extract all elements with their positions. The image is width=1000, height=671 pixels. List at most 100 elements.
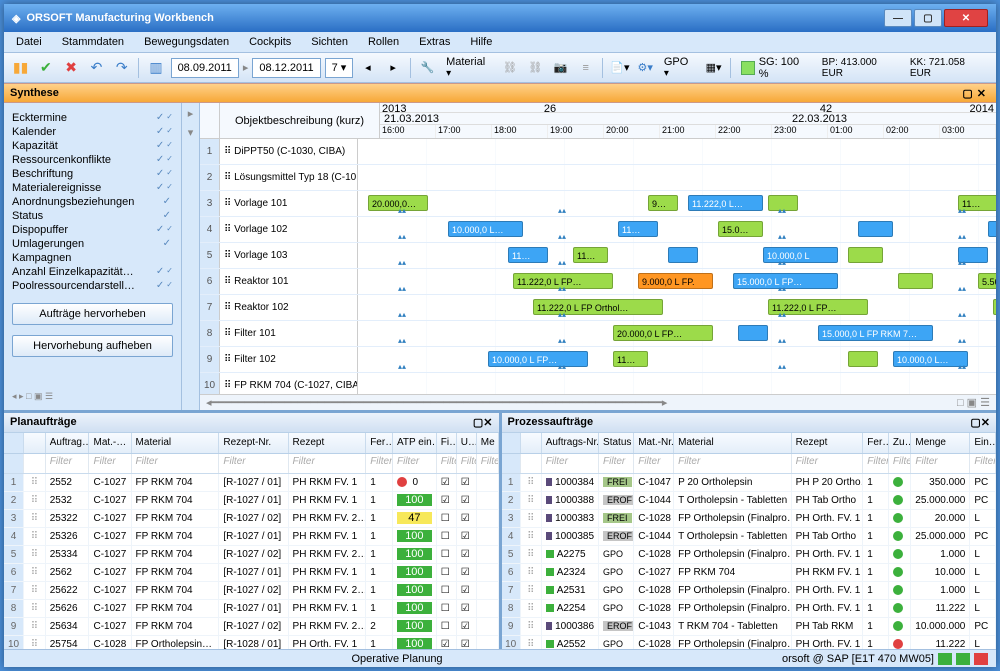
gantt-row[interactable]: 6⠿ Reaktor 10111.222,0 L FP…9.000,0 L FP…	[200, 269, 996, 295]
menu-cockpits[interactable]: Cockpits	[245, 34, 295, 50]
maximize-button[interactable]: ▢	[914, 9, 942, 27]
toolbar: ▮▮ ✔ ✖ ↶ ↷ ▥ 08.09.2011 ▸ 08.12.2011 7 ▾…	[4, 53, 996, 83]
sidebar-item-ressourcenkonflikte[interactable]: Ressourcenkonflikte✓✓	[12, 153, 173, 167]
gantt-row[interactable]: 1⠿ DiPPT50 (C-1030, CIBA)	[200, 139, 996, 165]
layers-icon[interactable]: ▦▾	[703, 57, 724, 79]
sidebar-item-anzahl-einzelkapazit-t-[interactable]: Anzahl Einzelkapazität…✓✓	[12, 265, 173, 279]
table-row[interactable]: 10⠿25754C-1028FP Ortholepsin…[R-1028 / 0…	[4, 636, 499, 649]
table-row[interactable]: 8⠿25626C-1027FP RKM 704[R-1027 / 01]PH R…	[4, 600, 499, 618]
table-row[interactable]: 3⠿25322C-1027FP RKM 704[R-1027 / 02]PH R…	[4, 510, 499, 528]
gantt-header-label: Objektbeschreibung (kurz)	[220, 103, 380, 138]
menu-hilfe[interactable]: Hilfe	[466, 34, 496, 50]
synthese-bar: Synthese ▢ ✕	[4, 83, 996, 103]
prev-icon[interactable]: ◂	[357, 57, 378, 79]
sidebar-item-dispopuffer[interactable]: Dispopuffer✓✓	[12, 223, 173, 237]
folder-icon[interactable]: 📄▾	[609, 57, 630, 79]
gantt-row[interactable]: 5⠿ Vorlage 10311…11…10.000,0 L▴▴▴▴▴▴▴▴	[200, 243, 996, 269]
clear-highlight-button[interactable]: Hervorhebung aufheben	[12, 335, 173, 357]
panel-max-icon[interactable]: ▢	[970, 416, 980, 429]
sidebar-item-status[interactable]: Status✓	[12, 209, 173, 223]
gantt-row[interactable]: 10⠿ FP RKM 704 (C-1027, CIBA)	[200, 373, 996, 394]
table-row[interactable]: 4⠿25326C-1027FP RKM 704[R-1027 / 01]PH R…	[4, 528, 499, 546]
table-row[interactable]: 5⠿A2275GPOC-1028FP Ortholepsin (Finalpro…	[502, 546, 997, 564]
undo-icon[interactable]: ↶	[86, 57, 107, 79]
collapse-icon[interactable]: ▾	[188, 126, 194, 139]
minimize-button[interactable]: —	[884, 9, 912, 27]
date-to[interactable]: 08.12.2011	[252, 58, 320, 78]
gantt-row[interactable]: 9⠿ Filter 10210.000,0 L FP…11…10.000,0 L…	[200, 347, 996, 373]
sidebar-item-materialereignisse[interactable]: Materialereignisse✓✓	[12, 181, 173, 195]
pause-icon[interactable]: ▮▮	[10, 57, 31, 79]
material-dropdown[interactable]: Material ▾	[442, 56, 495, 79]
table-row[interactable]: 2⠿1000388EROFC-1044T Ortholepsin - Table…	[502, 492, 997, 510]
panel-close-icon[interactable]: ✕	[981, 416, 990, 429]
table-row[interactable]: 7⠿A2531GPOC-1028FP Ortholepsin (Finalpro…	[502, 582, 997, 600]
delete-icon[interactable]: ✖	[61, 57, 82, 79]
sidebar-item-poolressourcendarstell-[interactable]: Poolressourcendarstell…✓✓	[12, 279, 173, 293]
sidebar-item-umlagerungen[interactable]: Umlagerungen✓	[12, 237, 173, 251]
expand-icon[interactable]: ▸	[188, 107, 194, 120]
minimize-panel-icon[interactable]: ▢	[962, 87, 972, 100]
menu-bewegungsdaten[interactable]: Bewegungsdaten	[140, 34, 233, 50]
gantt-row[interactable]: 7⠿ Reaktor 10211.222,0 L FP Orthol…11.22…	[200, 295, 996, 321]
table-row[interactable]: 8⠿A2254GPOC-1028FP Ortholepsin (Finalpro…	[502, 600, 997, 618]
table-row[interactable]: 9⠿25634C-1027FP RKM 704[R-1027 / 02]PH R…	[4, 618, 499, 636]
synthese-title: Synthese	[10, 87, 59, 99]
sidebar-item-ecktermine[interactable]: Ecktermine✓✓	[12, 111, 173, 125]
table-row[interactable]: 4⠿1000385EROFC-1044T Ortholepsin - Table…	[502, 528, 997, 546]
close-button[interactable]: ✕	[944, 9, 988, 27]
table-row[interactable]: 6⠿2562C-1027FP RKM 704[R-1027 / 01]PH RK…	[4, 564, 499, 582]
sidebar-item-beschriftung[interactable]: Beschriftung✓✓	[12, 167, 173, 181]
stack-icon[interactable]: ≡	[575, 57, 596, 79]
menu-extras[interactable]: Extras	[415, 34, 454, 50]
table-row[interactable]: 5⠿25334C-1027FP RKM 704[R-1027 / 02]PH R…	[4, 546, 499, 564]
sidebar-item-kapazit-t[interactable]: Kapazität✓✓	[12, 139, 173, 153]
table-row[interactable]: 10⠿A2552GPOC-1028FP Ortholepsin (Finalpr…	[502, 636, 997, 649]
sidebar-item-kalender[interactable]: Kalender✓✓	[12, 125, 173, 139]
check-icon[interactable]: ✔	[35, 57, 56, 79]
gantt-row[interactable]: 4⠿ Vorlage 10210.000,0 L…11…15.0…▴▴▴▴▴▴▴…	[200, 217, 996, 243]
table-row[interactable]: 3⠿1000383FREIC-1028FP Ortholepsin (Final…	[502, 510, 997, 528]
kpi-sg: SG: 100 %	[737, 56, 814, 80]
sidebar-item-kampagnen[interactable]: Kampagnen	[12, 251, 173, 265]
titlebar: ◈ ORSOFT Manufacturing Workbench — ▢ ✕	[4, 4, 996, 32]
gantt-row[interactable]: 3⠿ Vorlage 10120.000,0…9…11.222,0 L…11…1…	[200, 191, 996, 217]
date-from[interactable]: 08.09.2011	[171, 58, 239, 78]
status-center: Operative Planung	[12, 653, 782, 665]
highlight-orders-button[interactable]: Aufträge hervorheben	[12, 303, 173, 325]
next-icon[interactable]: ▸	[383, 57, 404, 79]
link-icon[interactable]: ⛓	[499, 57, 520, 79]
menu-stammdaten[interactable]: Stammdaten	[58, 34, 128, 50]
gantt-row[interactable]: 2⠿ Lösungsmittel Typ 18 (C-10…	[200, 165, 996, 191]
link2-icon[interactable]: ⛓	[525, 57, 546, 79]
sidebar-item-anordnungsbeziehungen[interactable]: Anordnungsbeziehungen✓	[12, 195, 173, 209]
table-row[interactable]: 1⠿1000384FREIC-1047P 20 OrtholepsinPH P …	[502, 474, 997, 492]
table-row[interactable]: 9⠿1000386EROFC-1043T RKM 704 - Tabletten…	[502, 618, 997, 636]
table-row[interactable]: 6⠿A2324GPOC-1027FP RKM 704PH RKM FV. 111…	[502, 564, 997, 582]
menu-rollen[interactable]: Rollen	[364, 34, 403, 50]
kpi-bp: BP: 413.000 EUR	[818, 57, 902, 79]
panel-close-icon[interactable]: ✕	[483, 416, 492, 429]
planauftr-title: Planaufträge	[10, 416, 77, 429]
days-selector[interactable]: 7 ▾	[325, 58, 354, 78]
status-connection: orsoft @ SAP [E1T 470 MW05]	[782, 653, 934, 665]
menu-sichten[interactable]: Sichten	[307, 34, 352, 50]
close-panel-icon[interactable]: ✕	[973, 87, 990, 100]
gantt-row[interactable]: 8⠿ Filter 10120.000,0 L FP…15.000,0 L FP…	[200, 321, 996, 347]
window-title: ORSOFT Manufacturing Workbench	[26, 12, 213, 24]
kpi-kk: KK: 721.058 EUR	[906, 57, 990, 79]
camera-icon[interactable]: 📷	[550, 57, 571, 79]
gpo-dropdown[interactable]: GPO ▾	[660, 56, 699, 79]
panel-max-icon[interactable]: ▢	[473, 416, 483, 429]
table-row[interactable]: 1⠿2552C-1027FP RKM 704[R-1027 / 01]PH RK…	[4, 474, 499, 492]
menu-datei[interactable]: Datei	[12, 34, 46, 50]
redo-icon[interactable]: ↷	[111, 57, 132, 79]
wrench-icon[interactable]: 🔧	[417, 57, 438, 79]
menubar: Datei Stammdaten Bewegungsdaten Cockpits Sic…	[4, 32, 996, 53]
chart-icon[interactable]: ▥	[145, 57, 166, 79]
gear-icon[interactable]: ⚙▾	[635, 57, 656, 79]
table-row[interactable]: 7⠿25622C-1027FP RKM 704[R-1027 / 02]PH R…	[4, 582, 499, 600]
table-row[interactable]: 2⠿2532C-1027FP RKM 704[R-1027 / 01]PH RK…	[4, 492, 499, 510]
statusbar: Operative Planung orsoft @ SAP [E1T 470 …	[4, 649, 996, 667]
prozess-title: Prozessaufträge	[508, 416, 594, 429]
